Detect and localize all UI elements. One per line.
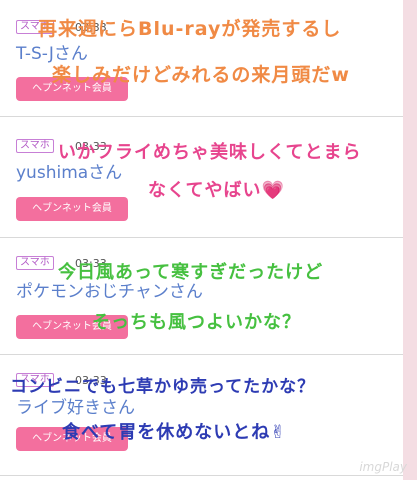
device-badge: スマホ <box>16 256 54 270</box>
member-button[interactable]: ヘブンネット会員 <box>16 197 128 221</box>
right-edge-stripe <box>403 0 417 480</box>
username-link[interactable]: yushimaさん <box>16 163 122 183</box>
username-link[interactable]: ライブ好きさん <box>16 398 135 418</box>
overlay-caption-line: そっちも風つよいかな？ <box>92 312 301 333</box>
overlay-caption-line: いかフライめちゃ美味しくてとまら <box>58 142 362 163</box>
imgplay-watermark: imgPlay <box>359 460 407 474</box>
overlay-caption-line: 今日風あって寒すぎだったけど <box>58 262 324 283</box>
list-item[interactable]: スマホ 03:33 ポケモンおじチャンさん ヘブンネット会員 <box>0 238 403 355</box>
overlay-caption-line: 楽しみだけどみれるの来月頭だw <box>52 64 350 86</box>
username-link[interactable]: ポケモンおじチャンさん <box>16 282 203 302</box>
device-badge: スマホ <box>16 139 54 153</box>
overlay-caption-line: なくてやばい💗 <box>148 180 285 201</box>
overlay-caption-line: 食べて胃を休めないとね✌ <box>62 422 287 443</box>
overlay-caption-line: 再来週にらBlu-rayが発売するし <box>38 18 342 40</box>
overlay-caption-line: コンビニでも七草かゆ売ってたかな？ <box>10 377 316 397</box>
